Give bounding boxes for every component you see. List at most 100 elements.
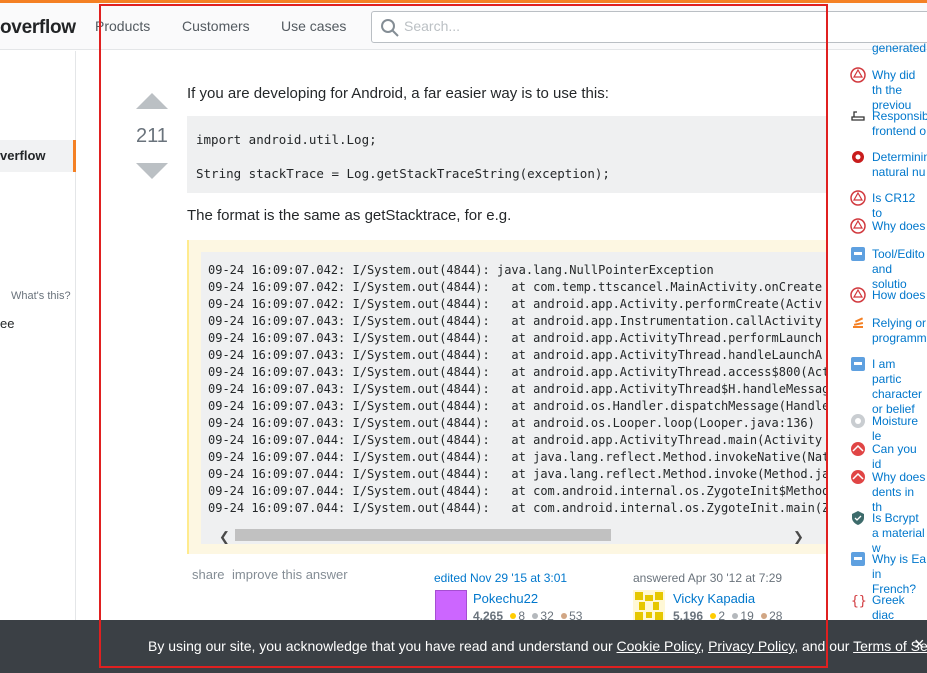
hot-question-title[interactable]: Relying or programm xyxy=(872,316,927,346)
log-line: 09-24 16:09:07.044: I/System.out(4844): … xyxy=(208,501,827,515)
search-icon xyxy=(381,19,399,37)
search-input[interactable] xyxy=(404,18,804,34)
bronze-badge-icon xyxy=(761,613,768,619)
cookie-banner: By using our site, you acknowledge that … xyxy=(0,620,927,673)
cookie-text: By using our site, you acknowledge that … xyxy=(148,638,927,654)
site-icon-braces-icon: {} xyxy=(850,592,867,609)
nav-use-cases[interactable]: Use cases xyxy=(281,18,346,34)
horizontal-scrollbar[interactable]: ❮ ❯ xyxy=(201,526,827,544)
hot-question-title[interactable]: Why does xyxy=(872,219,927,234)
hot-question-title[interactable]: Determinin natural nu xyxy=(872,150,927,180)
log-output-block: 09-24 16:09:07.042: I/System.out(4844): … xyxy=(187,240,827,554)
scroll-right-icon[interactable]: ❯ xyxy=(793,529,804,544)
log-line: 09-24 16:09:07.043: I/System.out(4844): … xyxy=(208,331,823,345)
editor-name[interactable]: Pokechu22 xyxy=(473,591,538,606)
silver-badge-icon xyxy=(732,613,739,619)
vote-count: 211 xyxy=(136,125,168,147)
nav-products[interactable]: Products xyxy=(95,18,150,34)
hot-question-title[interactable]: I am partic character or belief xyxy=(872,357,927,417)
svg-text:{}: {} xyxy=(851,594,866,608)
log-line: 09-24 16:09:07.044: I/System.out(4844): … xyxy=(208,433,823,447)
answer-intro: If you are developing for Android, a far… xyxy=(187,85,609,102)
top-bar: overflow Products Customers Use cases xyxy=(0,3,927,50)
log-line: 09-24 16:09:07.044: I/System.out(4844): … xyxy=(208,484,827,498)
page-root: overflow Products Customers Use cases ve… xyxy=(0,0,927,673)
share-link[interactable]: share xyxy=(192,567,225,582)
site-icon-red-gear-icon xyxy=(850,149,866,165)
left-nav-item-partial[interactable]: ee xyxy=(0,316,14,331)
nav-customers[interactable]: Customers xyxy=(182,18,250,34)
left-nav-item-active[interactable]: verflow xyxy=(0,140,76,172)
identicon-icon xyxy=(633,590,665,622)
hot-question-title[interactable]: Responsib frontend o xyxy=(872,109,927,139)
whats-this-link[interactable]: What's this? xyxy=(11,290,71,302)
site-icon-red-circle-icon xyxy=(850,441,866,457)
upvote-button[interactable] xyxy=(136,93,168,109)
improve-answer-link[interactable]: improve this answer xyxy=(232,567,348,582)
left-nav-item-label: verflow xyxy=(0,148,46,163)
log-line: 09-24 16:09:07.044: I/System.out(4844): … xyxy=(208,450,827,464)
site-icon-red-hex-icon xyxy=(850,67,866,83)
log-line: 09-24 16:09:07.043: I/System.out(4844): … xyxy=(208,416,815,430)
bronze-badge-icon xyxy=(561,613,568,619)
hot-question-title[interactable]: Tool/Edito and solutio xyxy=(872,247,927,292)
hot-question-title[interactable]: Moisture le xyxy=(872,414,927,444)
hot-question-title[interactable]: Is Bcrypt a material w xyxy=(872,511,927,556)
site-icon-blue-square-icon xyxy=(850,246,866,262)
log-line: 09-24 16:09:07.043: I/System.out(4844): … xyxy=(208,314,823,328)
cookie-sep-2: , and our xyxy=(794,638,854,654)
left-sidebar: verflow What's this? ee xyxy=(0,51,76,621)
code-snippet: import android.util.Log; String stackTrac… xyxy=(187,116,827,193)
hot-question-title[interactable]: Why did th the previou xyxy=(872,68,927,113)
site-icon-red-hex-icon xyxy=(850,218,866,234)
code-line: String stackTrace = Log.getStackTraceStr… xyxy=(196,166,610,181)
log-line: 09-24 16:09:07.044: I/System.out(4844): … xyxy=(208,467,827,481)
answer-format-note: The format is the same as getStacktrace,… xyxy=(187,207,512,224)
code-snippet-text: import android.util.Log; String stackTrac… xyxy=(196,131,610,182)
site-icon-stack-icon xyxy=(850,315,866,331)
site-icon-red-circle-icon xyxy=(850,469,866,485)
hot-question-title[interactable]: Can you id xyxy=(872,442,927,472)
site-icon-bath-icon xyxy=(850,108,866,124)
logo-text: overflow xyxy=(0,17,76,38)
log-line: 09-24 16:09:07.043: I/System.out(4844): … xyxy=(208,399,827,413)
log-line: 09-24 16:09:07.043: I/System.out(4844): … xyxy=(208,348,823,362)
privacy-policy-link[interactable]: Privacy Policy xyxy=(708,638,794,654)
site-icon-blue-square-icon xyxy=(850,356,866,372)
hot-question-title[interactable]: Why is Ea in French? xyxy=(872,552,927,597)
downvote-button[interactable] xyxy=(136,163,168,179)
log-line: 09-24 16:09:07.042: I/System.out(4844): … xyxy=(208,297,823,311)
log-output-code[interactable]: 09-24 16:09:07.042: I/System.out(4844): … xyxy=(201,252,827,544)
cookie-policy-link[interactable]: Cookie Policy xyxy=(617,638,701,654)
silver-badge-icon xyxy=(532,613,539,619)
log-line: 09-24 16:09:07.043: I/System.out(4844): … xyxy=(208,382,827,396)
hot-question-title[interactable]: Why does dents in th xyxy=(872,470,927,515)
avatar-answerer[interactable] xyxy=(633,590,665,622)
log-lines: 09-24 16:09:07.042: I/System.out(4844): … xyxy=(208,262,827,517)
hot-question-title[interactable]: generated xyxy=(872,41,927,56)
gold-badge-icon xyxy=(710,613,717,619)
site-icon-blue-square-icon xyxy=(850,551,866,567)
hot-question-title[interactable]: Is CR12 to xyxy=(872,191,927,221)
site-icon-shield-icon xyxy=(850,510,866,526)
gold-badge-icon xyxy=(510,613,517,619)
log-line: 09-24 16:09:07.042: I/System.out(4844): … xyxy=(208,263,714,277)
scrollbar-thumb[interactable] xyxy=(235,529,611,541)
logo[interactable]: overflow xyxy=(0,17,76,39)
answerer-name[interactable]: Vicky Kapadia xyxy=(673,591,755,606)
log-line: 09-24 16:09:07.042: I/System.out(4844): … xyxy=(208,280,823,294)
avatar-editor[interactable] xyxy=(435,590,467,622)
cookie-prefix: By using our site, you acknowledge that … xyxy=(148,638,617,654)
hot-question-title[interactable]: How does xyxy=(872,288,927,303)
site-icon-red-hex-icon xyxy=(850,190,866,206)
site-icon-red-hex-icon xyxy=(850,287,866,303)
search-box[interactable] xyxy=(371,11,927,43)
site-icon-gray-circle-icon xyxy=(850,413,866,429)
scroll-left-icon[interactable]: ❮ xyxy=(219,529,230,544)
log-line: 09-24 16:09:07.043: I/System.out(4844): … xyxy=(208,365,827,379)
close-icon[interactable]: × xyxy=(914,634,925,655)
cookie-sep-1: , xyxy=(700,638,709,654)
hot-question-title[interactable]: Greek diac xyxy=(872,593,927,623)
edited-timestamp[interactable]: edited Nov 29 '15 at 3:01 xyxy=(434,571,567,585)
